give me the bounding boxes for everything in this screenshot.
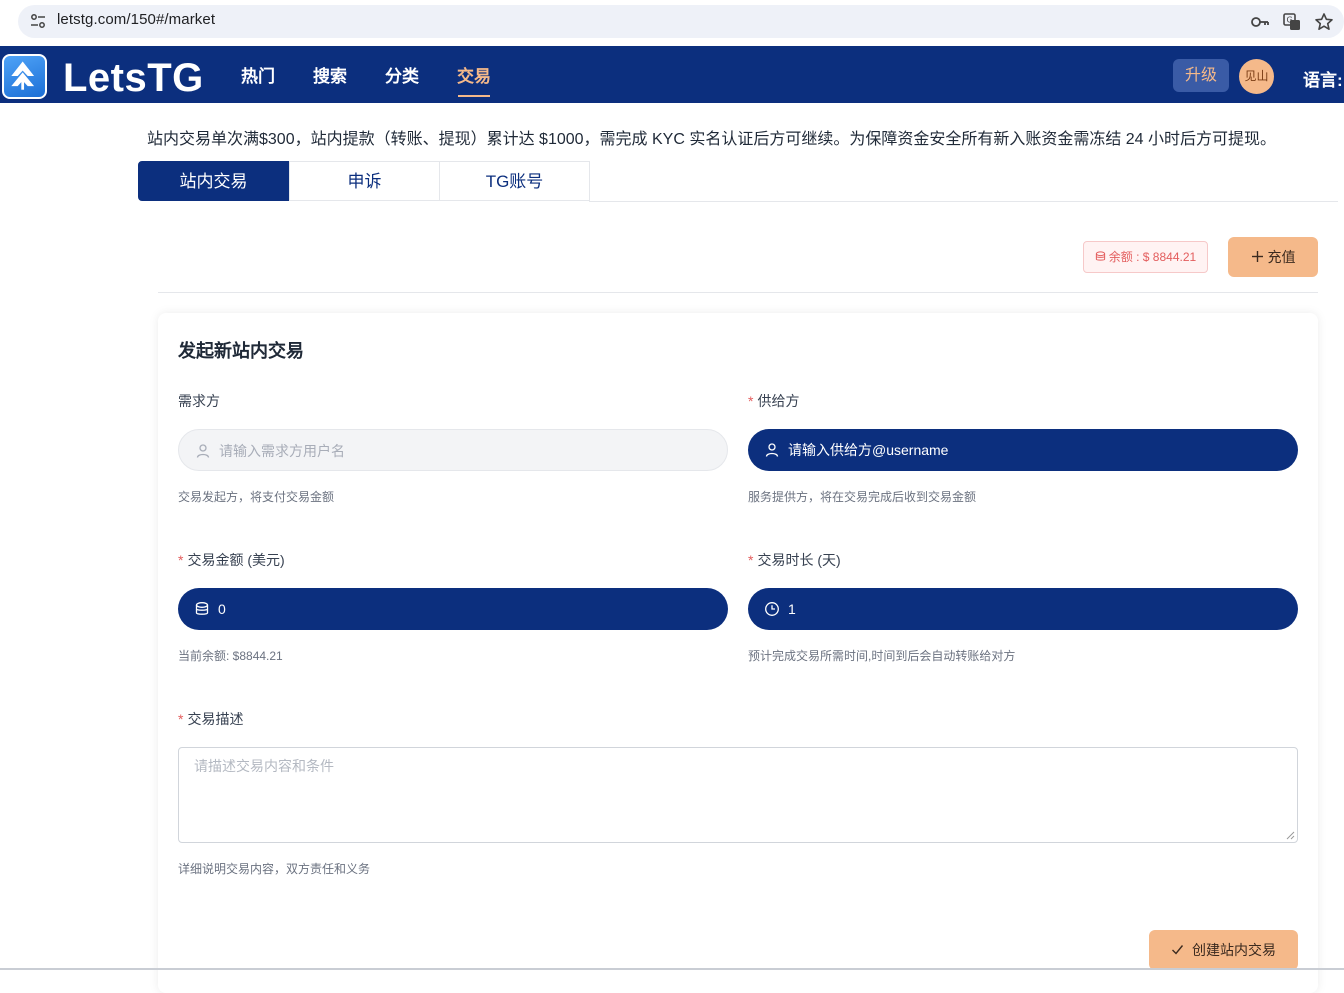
tab-onsite-trade[interactable]: 站内交易: [138, 161, 289, 201]
svg-text:G: G: [1287, 16, 1293, 25]
avatar[interactable]: 见山: [1239, 59, 1274, 94]
browser-toolbar: letstg.com/150#/market G: [0, 0, 1344, 44]
description-placeholder: 请描述交易内容和条件: [194, 758, 334, 774]
nav-trade[interactable]: 交易: [457, 66, 491, 88]
tab-appeal[interactable]: 申诉: [289, 161, 440, 201]
recharge-button[interactable]: 充值: [1228, 237, 1318, 277]
user-icon: [196, 444, 210, 458]
create-trade-label: 创建站内交易: [1192, 942, 1276, 958]
coins-icon: [1095, 251, 1105, 261]
duration-input[interactable]: 1: [748, 588, 1298, 630]
description-label-text: 交易描述: [187, 711, 244, 727]
site-settings-icon[interactable]: [30, 13, 46, 29]
required-mark: *: [748, 552, 754, 568]
trade-notice: 站内交易单次满$300，站内提款（转账、提现）累计达 $1000，需完成 KYC…: [147, 131, 1277, 148]
balance-text: 余额 : $ 8844.21: [1108, 250, 1197, 264]
amount-help: 当前余额: $8844.21: [178, 649, 283, 663]
nav-active-indicator: [458, 95, 490, 97]
required-mark: *: [178, 552, 184, 568]
site-header: LetsTG 热门 搜索 分类 交易 升级 见山 语言:: [0, 46, 1344, 103]
duration-help: 预计完成交易所需时间,时间到后会自动转账给对方: [748, 649, 1016, 663]
recharge-label: 充值: [1267, 249, 1296, 265]
description-textarea[interactable]: 请描述交易内容和条件: [178, 747, 1298, 843]
coins-icon: [195, 602, 209, 615]
tab-tg-account[interactable]: TG账号: [439, 161, 590, 201]
amount-label-text: 交易金额 (美元): [187, 552, 285, 568]
nav-hot[interactable]: 热门: [241, 66, 275, 88]
bookmark-star-icon[interactable]: [1314, 12, 1334, 32]
seller-value: 请输入供给方@username: [788, 442, 949, 458]
resize-handle-icon[interactable]: [1285, 830, 1295, 840]
buyer-help: 交易发起方，将支付交易金额: [178, 490, 335, 504]
buyer-placeholder: 请输入需求方用户名: [219, 443, 345, 459]
address-bar[interactable]: [18, 5, 1344, 38]
amount-value: 0: [218, 601, 226, 617]
new-trade-card: 发起新站内交易 需求方 请输入需求方用户名 交易发起方，将支付交易金额 * 供给方…: [158, 313, 1318, 993]
translate-icon[interactable]: G: [1282, 12, 1302, 32]
language-selector[interactable]: 语言:: [1303, 66, 1343, 91]
buyer-input[interactable]: 请输入需求方用户名: [178, 429, 728, 471]
user-icon: [765, 443, 779, 457]
required-mark: *: [748, 393, 754, 409]
buyer-label: 需求方: [178, 393, 220, 409]
form-title: 发起新站内交易: [178, 341, 304, 361]
seller-help: 服务提供方，将在交易完成后收到交易金额: [748, 490, 977, 504]
seller-input[interactable]: 请输入供给方@username: [748, 429, 1298, 471]
required-mark: *: [178, 711, 184, 727]
balance-badge: 余额 : $ 8844.21: [1083, 241, 1208, 273]
nav-search[interactable]: 搜索: [313, 66, 347, 88]
logo-icon[interactable]: [2, 54, 47, 99]
duration-label-text: 交易时长 (天): [757, 552, 841, 568]
description-help: 详细说明交易内容，双方责任和义务: [178, 862, 371, 876]
section-divider: [158, 292, 1318, 293]
description-label: * 交易描述: [178, 709, 243, 729]
create-trade-button[interactable]: 创建站内交易: [1149, 930, 1298, 970]
tabs-divider: [589, 201, 1338, 202]
duration-value: 1: [788, 601, 796, 617]
url-text[interactable]: letstg.com/150#/market: [57, 11, 215, 28]
check-icon: [1172, 945, 1184, 955]
duration-label: * 交易时长 (天): [748, 550, 841, 570]
plus-icon: [1251, 251, 1263, 262]
key-icon[interactable]: [1250, 12, 1270, 32]
upgrade-button[interactable]: 升级: [1173, 59, 1229, 92]
amount-label: * 交易金额 (美元): [178, 550, 285, 570]
nav-category[interactable]: 分类: [385, 66, 419, 88]
clock-icon: [765, 602, 779, 616]
seller-label: * 供给方: [748, 391, 799, 411]
seller-label-text: 供给方: [757, 393, 800, 409]
amount-input[interactable]: 0: [178, 588, 728, 630]
logo-text[interactable]: LetsTG: [63, 56, 204, 100]
